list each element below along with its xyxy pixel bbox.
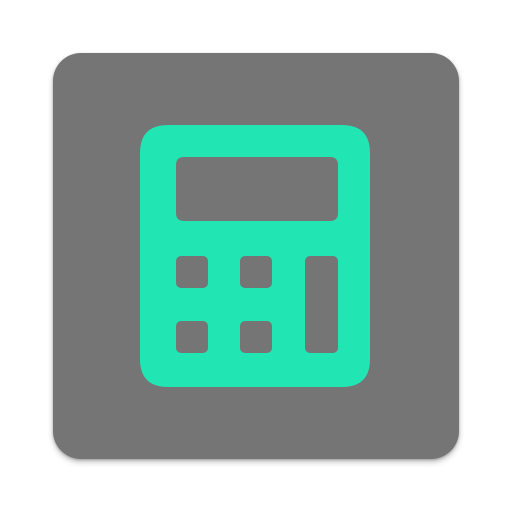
key-3	[176, 321, 208, 353]
key-4	[240, 321, 272, 353]
app-icon-canvas	[0, 0, 512, 512]
calculator-icon	[140, 125, 370, 387]
key-1	[176, 256, 208, 288]
key-tall	[305, 256, 338, 353]
key-2	[240, 256, 272, 288]
